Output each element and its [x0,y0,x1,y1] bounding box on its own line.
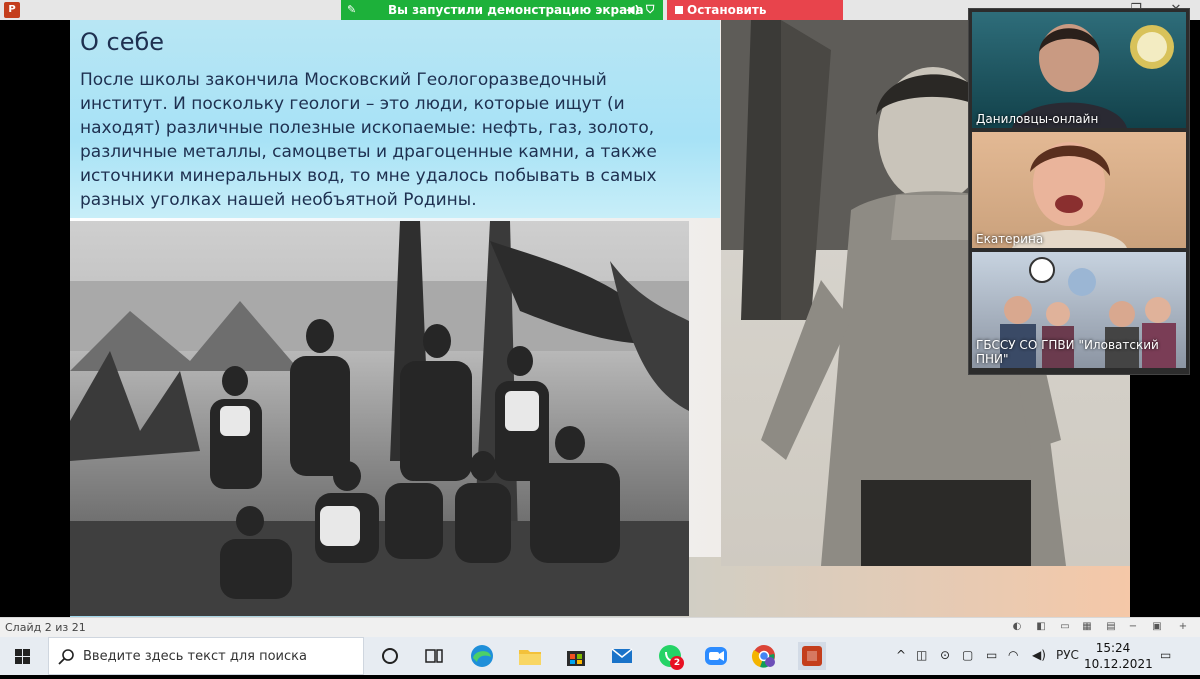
start-button[interactable] [0,637,46,675]
zoom-in-button[interactable]: + [1176,621,1190,633]
store-icon[interactable] [562,642,590,670]
slide-counter: Слайд 2 из 21 [5,621,86,634]
powerpoint-logo-icon: P [4,2,20,18]
stop-share-button[interactable]: Остановить демонстрацию [667,0,843,31]
video-tile-3[interactable]: ГБССУ СО ГПВИ "Иловатский ПНИ" [972,252,1186,368]
clock-date: 10.12.2021 [1084,657,1153,671]
comments-icon[interactable]: ◧ [1034,621,1048,633]
clock[interactable]: 15:24 10.12.2021 [1084,640,1153,672]
edge-icon[interactable] [468,642,496,670]
mic-icon[interactable]: ⊙ [940,648,950,662]
normal-view-icon[interactable]: ▭ [1058,621,1072,633]
language-indicator[interactable]: РУС [1056,648,1079,662]
pin-icon[interactable]: ✎ [347,3,356,16]
whatsapp-icon[interactable]: 2 [656,642,684,670]
wifi-icon[interactable]: ◠ [1008,648,1018,662]
status-bar: Слайд 2 из 21 ◐ ◧ ▭ ▦ ▤ − ▣ + [0,617,1200,638]
video-panel: Даниловцы-онлайн Екатерина ГБССУ СО ГПВИ… [968,8,1190,375]
group-photo [70,221,689,616]
participant-name: ГБССУ СО ГПВИ "Иловатский ПНИ" [976,338,1159,366]
zoom-out-button[interactable]: − [1126,621,1140,633]
notes-icon[interactable]: ◐ [1010,621,1024,633]
slide-title: О себе [80,28,165,56]
video-tile-1[interactable]: Даниловцы-онлайн [972,12,1186,128]
participant-name: Даниловцы-онлайн [976,112,1099,126]
display-icon[interactable]: ▢ [962,648,973,662]
clock-time: 15:24 [1095,641,1131,655]
task-view-icon[interactable] [420,642,448,670]
search-icon [58,649,74,665]
audio-icon[interactable]: ◀) [626,3,640,16]
slide-text-box: О себе После школы закончила Московский … [70,20,720,218]
windows-taskbar: Введите здесь текст для поиска 2 ^ ◫ ⊙ ▢… [0,637,1200,675]
search-placeholder: Введите здесь текст для поиска [83,649,307,664]
tray-expand-icon[interactable]: ^ [896,648,906,662]
video-tile-2[interactable]: Екатерина [972,132,1186,248]
notification-badge: 2 [670,656,684,670]
slide-body-text: После школы закончила Московский Геолого… [80,70,657,210]
cortana-icon[interactable] [376,642,404,670]
share-banner-text: Вы запустили демонстрацию экрана [388,3,644,17]
meet-now-icon[interactable]: ◫ [916,648,927,662]
powerpoint-icon[interactable] [798,642,826,670]
notifications-icon[interactable]: ▭ [1160,648,1171,662]
mail-icon[interactable] [608,642,636,670]
chrome-icon[interactable] [750,642,778,670]
screen-share-banner[interactable]: ✎ Вы запустили демонстрацию экрана ◀) ⛉ [341,0,663,20]
shield-icon: ⛉ [646,3,655,16]
windows-logo-icon [15,649,30,664]
slide-sorter-icon[interactable]: ▦ [1080,621,1094,633]
participant-name: Екатерина [976,232,1044,246]
battery-icon[interactable]: ▭ [986,648,997,662]
stop-icon [675,6,683,14]
zoom-icon[interactable] [702,642,730,670]
reading-view-icon[interactable]: ▤ [1104,621,1118,633]
explorer-icon[interactable] [516,642,544,670]
volume-icon[interactable]: ◀) [1032,648,1046,662]
search-box[interactable]: Введите здесь текст для поиска [48,637,364,675]
slideshow-icon[interactable]: ▣ [1150,621,1164,633]
